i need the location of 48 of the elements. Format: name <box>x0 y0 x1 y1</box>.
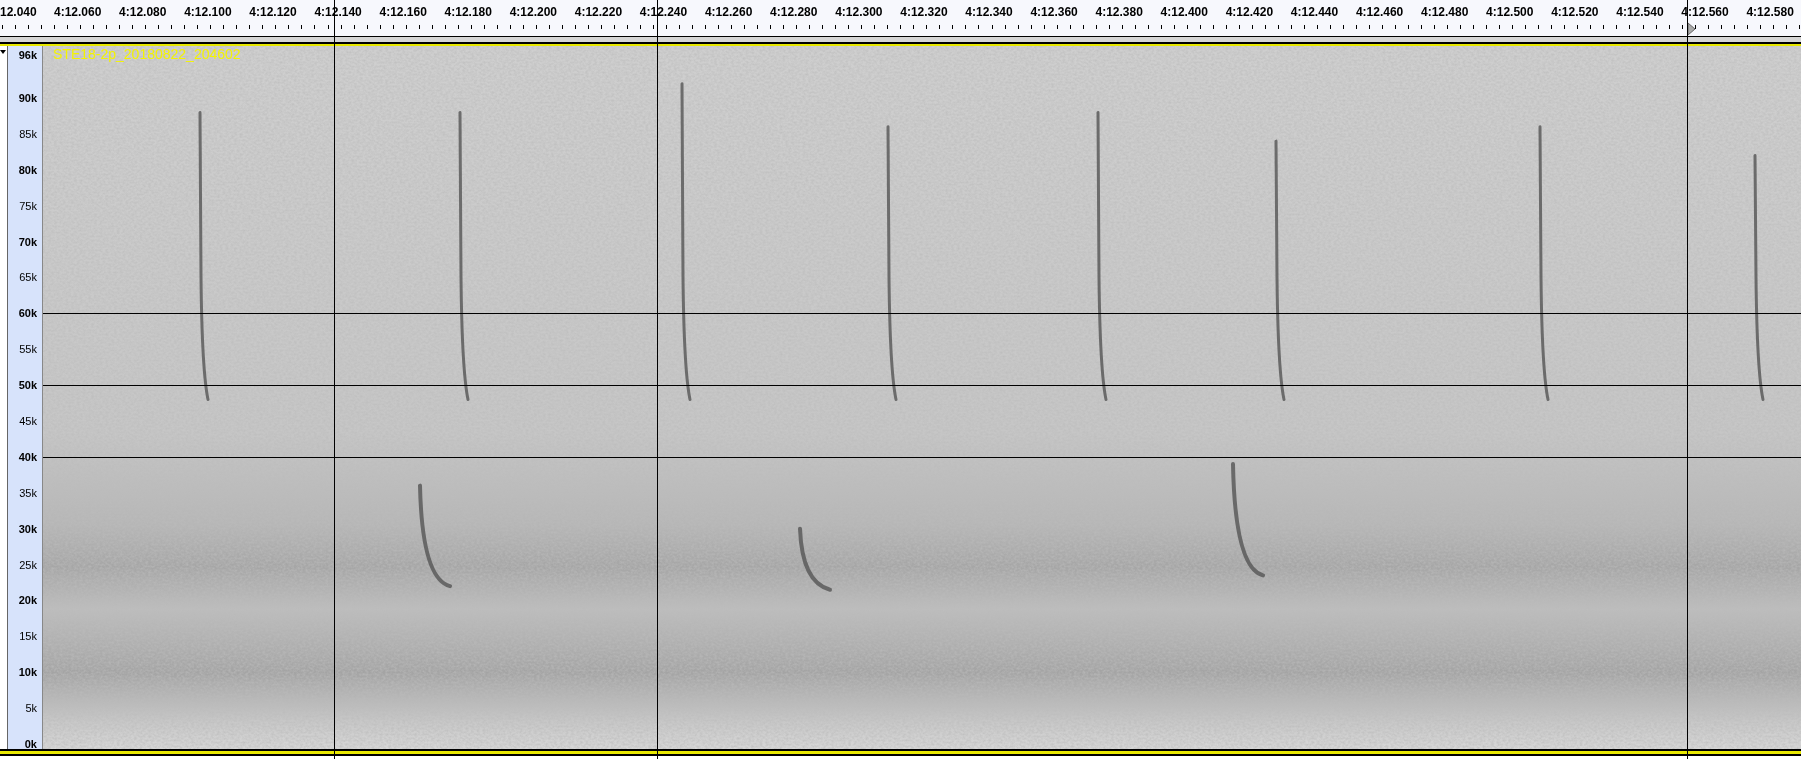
time-label: 4:12.060 <box>54 4 103 20</box>
time-label: 4:12.260 <box>704 4 754 20</box>
frequency-label: 40k <box>18 450 37 464</box>
time-label: 4:12.440 <box>1290 4 1340 20</box>
frequency-label: 35k <box>19 486 37 500</box>
frequency-label: 75k <box>19 199 37 213</box>
time-label: 4:12.220 <box>574 4 624 20</box>
time-label: 4:12.480 <box>1420 4 1470 20</box>
time-label: 4:12.280 <box>770 4 819 20</box>
time-label: 4:12.300 <box>835 4 884 20</box>
frequency-label: 90k <box>18 91 37 105</box>
frequency-label: 85k <box>19 127 37 141</box>
time-label: 4:12.360 <box>1030 4 1079 20</box>
frequency-label: 20k <box>18 593 37 607</box>
time-label: 4:12.380 <box>1095 4 1144 20</box>
time-label: 4:12.500 <box>1486 4 1535 20</box>
time-label: 4:12.100 <box>184 4 233 20</box>
time-label: 4:12.520 <box>1551 4 1600 20</box>
time-label: 4:12.540 <box>1616 4 1665 20</box>
time-label: 4:12.340 <box>965 4 1014 20</box>
time-ruler[interactable] <box>0 0 1801 37</box>
time-label: 4:12.400 <box>1160 4 1209 20</box>
frequency-label: 70k <box>18 235 37 249</box>
frequency-label: 30k <box>18 522 37 536</box>
time-label: 4:12.580 <box>1746 4 1795 20</box>
track-title: STE18-2p_20180822_204602 <box>53 46 241 63</box>
frequency-label: 55k <box>19 342 37 356</box>
frequency-label: 5k <box>25 701 37 715</box>
frequency-label: 96k <box>18 48 37 62</box>
frequency-label: 45k <box>19 414 37 428</box>
frequency-label: 25k <box>19 558 37 572</box>
frequency-label: 50k <box>18 378 37 392</box>
time-label: 4:12.200 <box>509 4 559 20</box>
time-label: 4:12.420 <box>1225 4 1275 20</box>
time-label: 4:12.460 <box>1355 4 1405 20</box>
time-label: 12.040 <box>0 4 38 20</box>
time-label: 4:12.180 <box>444 4 493 20</box>
frequency-label: 15k <box>19 629 37 643</box>
time-label: 4:12.120 <box>249 4 298 20</box>
frequency-label: 10k <box>18 665 37 679</box>
frequency-label: 0k <box>24 737 37 751</box>
time-label: 4:12.320 <box>900 4 949 20</box>
time-label: 4:12.080 <box>119 4 168 20</box>
frequency-label: 60k <box>18 306 37 320</box>
frequency-label: 80k <box>18 163 37 177</box>
frequency-label: 65k <box>19 271 37 284</box>
time-label: 4:12.160 <box>379 4 428 20</box>
dropdown-arrow-icon[interactable] <box>0 50 6 54</box>
